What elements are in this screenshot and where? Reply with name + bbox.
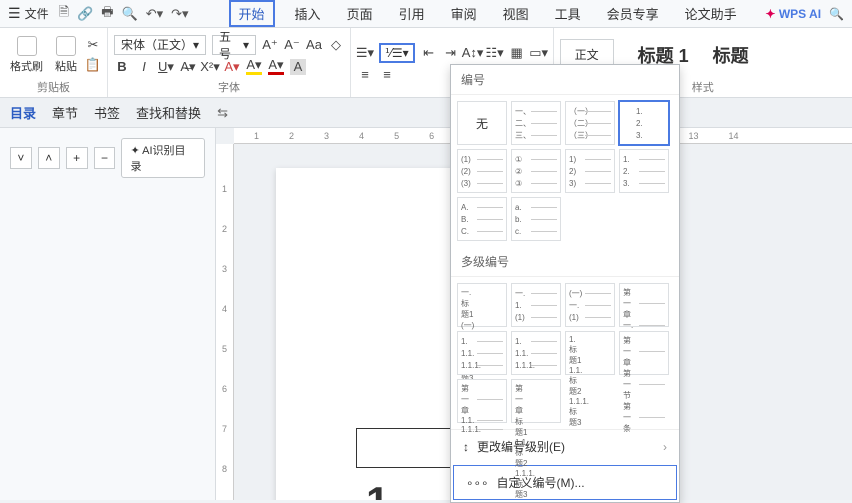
multilevel-option[interactable]: (一)一.(1) [565, 283, 615, 327]
multilevel-option[interactable]: 1.1.1.1.1.1. [457, 331, 507, 375]
preview-icon[interactable]: 🔍 [122, 6, 138, 22]
shrink-font-icon[interactable]: A⁻ [284, 37, 300, 53]
tab-page[interactable]: 页面 [341, 0, 379, 27]
tab-vip[interactable]: 会员专享 [601, 0, 665, 27]
multilevel-section-title: 多级编号 [451, 247, 679, 277]
numbering-option[interactable]: A.B.C. [457, 197, 507, 241]
font-group-label: 字体 [114, 77, 344, 97]
numbering-option[interactable]: 1)2)3) [565, 149, 615, 193]
font-size-select[interactable]: 五号▾ [212, 35, 256, 55]
underline-icon[interactable]: U▾ [158, 59, 174, 75]
print-icon[interactable]: 🖶 [101, 3, 113, 25]
clear-format-icon[interactable]: ◇ [328, 37, 344, 53]
tab-review[interactable]: 审阅 [445, 0, 483, 27]
redo-icon[interactable]: ↷▾ [171, 6, 188, 22]
bullet-list-icon[interactable]: ☰▾ [357, 45, 373, 61]
wps-ai-button[interactable]: ✦ WPS AI [765, 7, 821, 21]
style-heading-partial[interactable]: 标题 [713, 42, 749, 68]
toc-pane: ˅ ˄ + − ✦ AI识别目录 [0, 128, 216, 500]
strike-icon[interactable]: A̶▾ [180, 59, 196, 75]
font-name-select[interactable]: 宋体（正文）▾ [114, 35, 206, 55]
numbered-list-icon[interactable]: ⅟☰▾ [379, 43, 415, 63]
sort-icon[interactable]: ☷▾ [487, 45, 503, 61]
multilevel-option[interactable]: 一. 标题1(一) 标题21. 标题3 [457, 283, 507, 327]
multilevel-option[interactable]: 第一章第一节第一条 [619, 331, 669, 375]
tab-tools[interactable]: 工具 [549, 0, 587, 27]
align-left-icon[interactable]: ≡ [357, 67, 373, 83]
align-center-icon[interactable]: ≡ [379, 67, 395, 83]
numbering-option[interactable]: (1)(2)(3) [457, 149, 507, 193]
subtab-chapter[interactable]: 章节 [52, 103, 78, 122]
tab-thesis[interactable]: 论文助手 [679, 0, 743, 27]
vertical-ruler: 12345678 [216, 144, 234, 500]
outdent-icon[interactable]: ⇤ [421, 45, 437, 61]
share-icon[interactable]: 🔗 [77, 6, 93, 22]
subtab-toc[interactable]: 目录 [10, 103, 36, 122]
multilevel-option[interactable]: 第一章 标题11.1. 标题21.1.1. 标题3 [511, 379, 561, 423]
custom-numbering-item[interactable]: ∘∘∘自定义编号(M)... [453, 465, 677, 500]
change-level-item[interactable]: ↕更改编号级别(E)› [451, 429, 679, 463]
shading-icon[interactable]: ▭▾ [531, 45, 547, 61]
change-case-icon[interactable]: Aa [306, 37, 322, 53]
indent-icon[interactable]: ⇥ [443, 45, 459, 61]
save-icon[interactable]: 🗎 [59, 3, 69, 25]
tab-home[interactable]: 开始 [229, 0, 275, 27]
numbering-option[interactable]: 1.2.3. [619, 149, 669, 193]
text-effect-icon[interactable]: A▾ [224, 59, 240, 75]
borders-icon[interactable]: ▦ [509, 45, 525, 61]
grow-font-icon[interactable]: A⁺ [262, 37, 278, 53]
bold-icon[interactable]: B [114, 59, 130, 75]
tab-reference[interactable]: 引用 [393, 0, 431, 27]
numbering-option[interactable]: ①②③ [511, 149, 561, 193]
format-painter-button[interactable]: 格式刷 [6, 34, 47, 76]
multilevel-option[interactable]: 第一章一.1. [619, 283, 669, 327]
numbering-option[interactable]: 一、二、三、 [511, 101, 561, 145]
expand-button[interactable]: ˄ [38, 147, 60, 169]
collapse-button[interactable]: ˅ [10, 147, 32, 169]
cut-icon[interactable]: ✂ [85, 37, 101, 53]
file-menu[interactable]: 文件 [25, 5, 49, 22]
numbering-option-selected[interactable]: 1.2.3. [619, 101, 669, 145]
tab-insert[interactable]: 插入 [289, 0, 327, 27]
paste-button[interactable]: 粘贴 [51, 34, 81, 76]
text-direction-icon[interactable]: A↕▾ [465, 45, 481, 61]
highlight-icon[interactable]: A▾ [246, 59, 262, 75]
multilevel-option[interactable]: 1.1.1.1.1.1. [511, 331, 561, 375]
search-icon[interactable]: 🔍 [829, 7, 844, 21]
italic-icon[interactable]: I [136, 59, 152, 75]
remove-button[interactable]: − [94, 147, 116, 169]
ai-toc-button[interactable]: ✦ AI识别目录 [121, 138, 205, 178]
add-button[interactable]: + [66, 147, 88, 169]
numbering-none[interactable]: 无 [457, 101, 507, 145]
multilevel-option[interactable]: 第一章1.1.1.1.1. [457, 379, 507, 423]
hamburger-icon[interactable]: ☰ [8, 5, 21, 22]
char-shading-icon[interactable]: A [290, 59, 306, 75]
numbering-option[interactable]: （一）（二）（三） [565, 101, 615, 145]
ribbon-tabs: 开始 插入 页面 引用 审阅 视图 工具 会员专享 论文助手 [229, 0, 743, 27]
replace-icon[interactable]: ⇆ [217, 105, 228, 121]
superscript-icon[interactable]: X²▾ [202, 59, 218, 75]
tab-view[interactable]: 视图 [497, 0, 535, 27]
subtab-bookmark[interactable]: 书签 [94, 103, 120, 122]
numbering-dropdown: 编号 无 一、二、三、 （一）（二）（三） 1.2.3. (1)(2)(3) ①… [450, 64, 680, 503]
undo-icon[interactable]: ↶▾ [146, 6, 163, 22]
numbering-section-title: 编号 [451, 65, 679, 95]
clipboard-group-label: 剪贴板 [6, 77, 101, 97]
numbering-option[interactable]: a.b.c. [511, 197, 561, 241]
subtab-find-replace[interactable]: 查找和替换 [136, 103, 201, 122]
multilevel-option[interactable]: 1. 标题11.1. 标题21.1.1. 标题3 [565, 331, 615, 375]
copy-icon[interactable]: 📋 [85, 57, 101, 73]
multilevel-option[interactable]: 一.1.(1) [511, 283, 561, 327]
list-number-text: 1. [366, 478, 401, 500]
font-color-icon[interactable]: A▾ [268, 59, 284, 75]
